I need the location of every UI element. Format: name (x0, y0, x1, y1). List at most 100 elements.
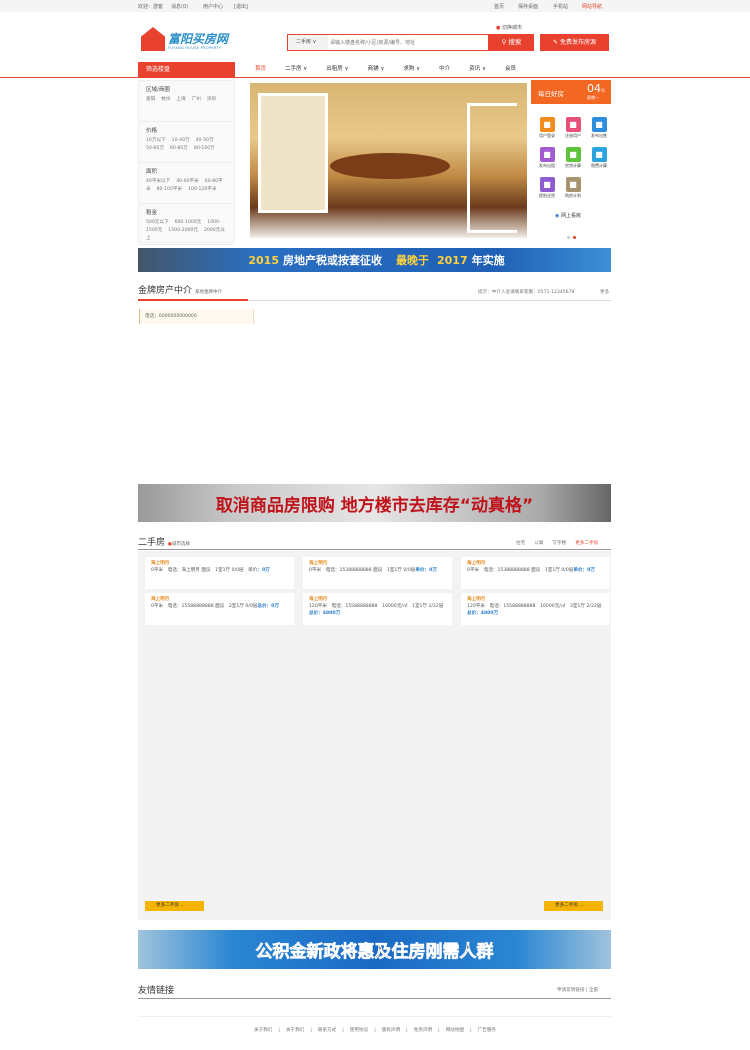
daily-header: 每日好房 04号 星期一 (531, 80, 611, 104)
mobile-link[interactable]: 手机站 (553, 3, 568, 10)
banner-purchase-limit[interactable]: 取消商品房限购 地方楼市去库存“动真格” (138, 484, 611, 522)
footer-link[interactable]: 版权声明 (382, 1028, 400, 1033)
filter-option[interactable]: 40-50万 (196, 138, 214, 143)
filter-group-title: 价格 (146, 128, 158, 134)
filter-option[interactable]: 40-60平米 (176, 179, 199, 184)
filter-option[interactable]: 1500-2000元 (168, 228, 198, 233)
publish-button-label: 免费发布房源 (559, 39, 596, 46)
logo[interactable]: 富阳买房网 FUYANG HOUSE PROPERTY (141, 27, 236, 55)
listing-title[interactable]: 海上明月 (151, 596, 288, 603)
listing-title[interactable]: 海上明月 (467, 596, 604, 603)
search-input[interactable] (330, 37, 485, 48)
more-second-hand-button-right[interactable]: 更多二手房 ... (544, 901, 603, 911)
search-type-select[interactable]: 二手房 ∨ (288, 35, 328, 50)
online-viewing-link[interactable]: ◉ 网上看房 (555, 212, 581, 219)
tab-residential[interactable]: 住宅 (516, 540, 525, 546)
tool-users[interactable]: ■ 用户登录 (534, 117, 560, 139)
user-center-link[interactable]: 用户中心 (203, 3, 223, 10)
nav-wanted[interactable]: 求购 ∨ (403, 62, 420, 77)
listing-card[interactable]: 海上明月 0平米 电话：15388888888 面议 1室1厅 0/0层单价：0万 (461, 557, 610, 589)
filter-options: 40平米以下 40-60平米 60-80平米 80-100平米 100-120平米 (146, 178, 227, 194)
footer-link[interactable]: 广告服务 (478, 1028, 496, 1033)
messages-link[interactable]: 消息(0) (171, 3, 188, 10)
footer-link[interactable]: 关于我们 (254, 1028, 272, 1033)
second-hand-location[interactable]: 城市选择 (172, 542, 190, 547)
city-switch[interactable]: ● 切换城市 (496, 24, 522, 31)
filter-option[interactable]: 深圳 (207, 97, 216, 102)
listing-card[interactable]: 海上明月 0平米 电话：15388888888 面议 1室1厅 0/0层单价：0万 (303, 557, 452, 589)
logo-text: 富阳买房网 (168, 32, 229, 46)
filter-option[interactable]: 600-1000元 (175, 220, 202, 225)
listing-card[interactable]: 海上明月 0平米 电话：海上明月 面议 1室1厅 0/0层 单价：0万 (145, 557, 294, 589)
tab-apartment[interactable]: 公寓 (534, 540, 543, 546)
listing-title[interactable]: 海上明月 (309, 560, 446, 567)
nav-news[interactable]: 资讯 ∨ (469, 62, 486, 77)
filter-option[interactable]: 40平米以下 (146, 179, 170, 184)
carousel-dot-active[interactable] (573, 236, 576, 239)
tool-label: 发布出租 (539, 163, 555, 168)
search-button[interactable]: ⚲ 搜索 (489, 34, 534, 51)
listing-card[interactable]: 海上明月 120平米 电话：15588888888 16000元/㎡ 1室1厅 2… (303, 593, 452, 625)
footer-link[interactable]: 免责声明 (414, 1028, 432, 1033)
nav-shops[interactable]: 商铺 ∨ (368, 62, 385, 77)
agency-more-link[interactable]: 更多 (600, 289, 609, 295)
publish-button[interactable]: ✎ 免费发布房源 (540, 34, 609, 51)
filter-option[interactable]: 上海 (176, 97, 185, 102)
filter-option[interactable]: 500元以下 (146, 220, 169, 225)
nav-second-hand[interactable]: 二手房 ∨ (285, 62, 307, 77)
listing-card[interactable]: 海上明月 120平米 电话：15588888888 16000元/㎡ 3室1厅 2… (461, 593, 610, 625)
links-divider (138, 998, 611, 999)
banner-property-tax[interactable]: 2015 房地产税或按套征收 最晚于 2017 年实施 (138, 248, 611, 272)
filter-option[interactable]: 80-100平米 (157, 187, 182, 192)
footer-link[interactable]: 使用协议 (350, 1028, 368, 1033)
save-desktop-link[interactable]: 保存桌面 (518, 3, 538, 10)
tab-office[interactable]: 写字楼 (552, 540, 566, 546)
tool-calculator[interactable]: ■ 税费计算 (586, 147, 612, 169)
footer-link[interactable]: 关于我们 (286, 1028, 304, 1033)
apply-link[interactable]: 申请友情链接 (557, 988, 585, 993)
carousel-dot[interactable] (567, 236, 570, 239)
listing-card[interactable]: 海上明月 0平米 电话：15588888888 面议 2室1厅 0/0层总价：0万 (145, 593, 294, 625)
nav-rent[interactable]: 出租房 ∨ (326, 62, 348, 77)
filter-option[interactable]: 10-40万 (172, 138, 190, 143)
nav-member[interactable]: 会员 (505, 62, 516, 77)
footer-link[interactable]: 网站地图 (446, 1028, 464, 1033)
logout-link[interactable]: [退出] (234, 3, 248, 10)
filter-option[interactable]: 60-80万 (170, 146, 188, 151)
footer-link[interactable]: 联系方式 (318, 1028, 336, 1033)
footer-separator: | (406, 1028, 408, 1033)
tab-more-second-hand[interactable]: 更多二手房 (575, 540, 598, 546)
listing-title[interactable]: 海上明月 (151, 560, 288, 567)
filter-option[interactable]: 杭州 (161, 97, 170, 102)
daily-weekday: 星期一 (587, 95, 599, 100)
listing-title[interactable]: 海上明月 (467, 560, 604, 567)
calculator-icon: ■ (591, 147, 607, 162)
nav-home[interactable]: 首页 (255, 62, 266, 77)
tool-list[interactable]: ■ 购房计划 (560, 177, 586, 199)
filter-option[interactable]: 10万以下 (146, 138, 166, 143)
more-second-hand-button[interactable]: 更多二手房 ... (145, 901, 204, 911)
links-title: 友情链接 (138, 986, 175, 996)
tool-home[interactable]: ■ 发布出售 (586, 117, 612, 139)
filter-option[interactable]: 富阳 (146, 97, 155, 102)
filter-group: 面积 40平米以下 40-60平米 60-80平米 80-100平米 100-120平米 (139, 163, 234, 204)
filter-option[interactable]: 100-120平米 (188, 187, 216, 192)
tool-lock[interactable]: ■ 发布出租 (534, 147, 560, 169)
home-link[interactable]: 首页 (494, 3, 504, 10)
filter-option[interactable]: 80-100万 (194, 146, 215, 151)
featured-photo[interactable] (250, 83, 527, 238)
listing-title[interactable]: 海上明月 (309, 596, 446, 603)
links-actions: 申请友情链接 | 全部 (557, 988, 599, 993)
nav-agency[interactable]: 中介 (439, 62, 450, 77)
agency-divider-accent (138, 299, 248, 301)
banner-housing-fund[interactable]: 公积金新政将惠及住房刚需人群 (138, 930, 611, 969)
tool-user-add[interactable]: ■ 注册用户 (560, 117, 586, 139)
filter-option[interactable]: 50-60万 (146, 146, 164, 151)
all-links[interactable]: 全部 (589, 988, 598, 993)
listing-price: 单价：0万 (415, 568, 437, 573)
home-icon: ■ (591, 117, 607, 132)
tool-chart[interactable]: ■ 房贷计算 (560, 147, 586, 169)
sitemap-link[interactable]: 网站导航 (582, 3, 602, 10)
filter-option[interactable]: 广州 (192, 97, 201, 102)
tool-money-bag[interactable]: ■ 提前还贷 (534, 177, 560, 199)
